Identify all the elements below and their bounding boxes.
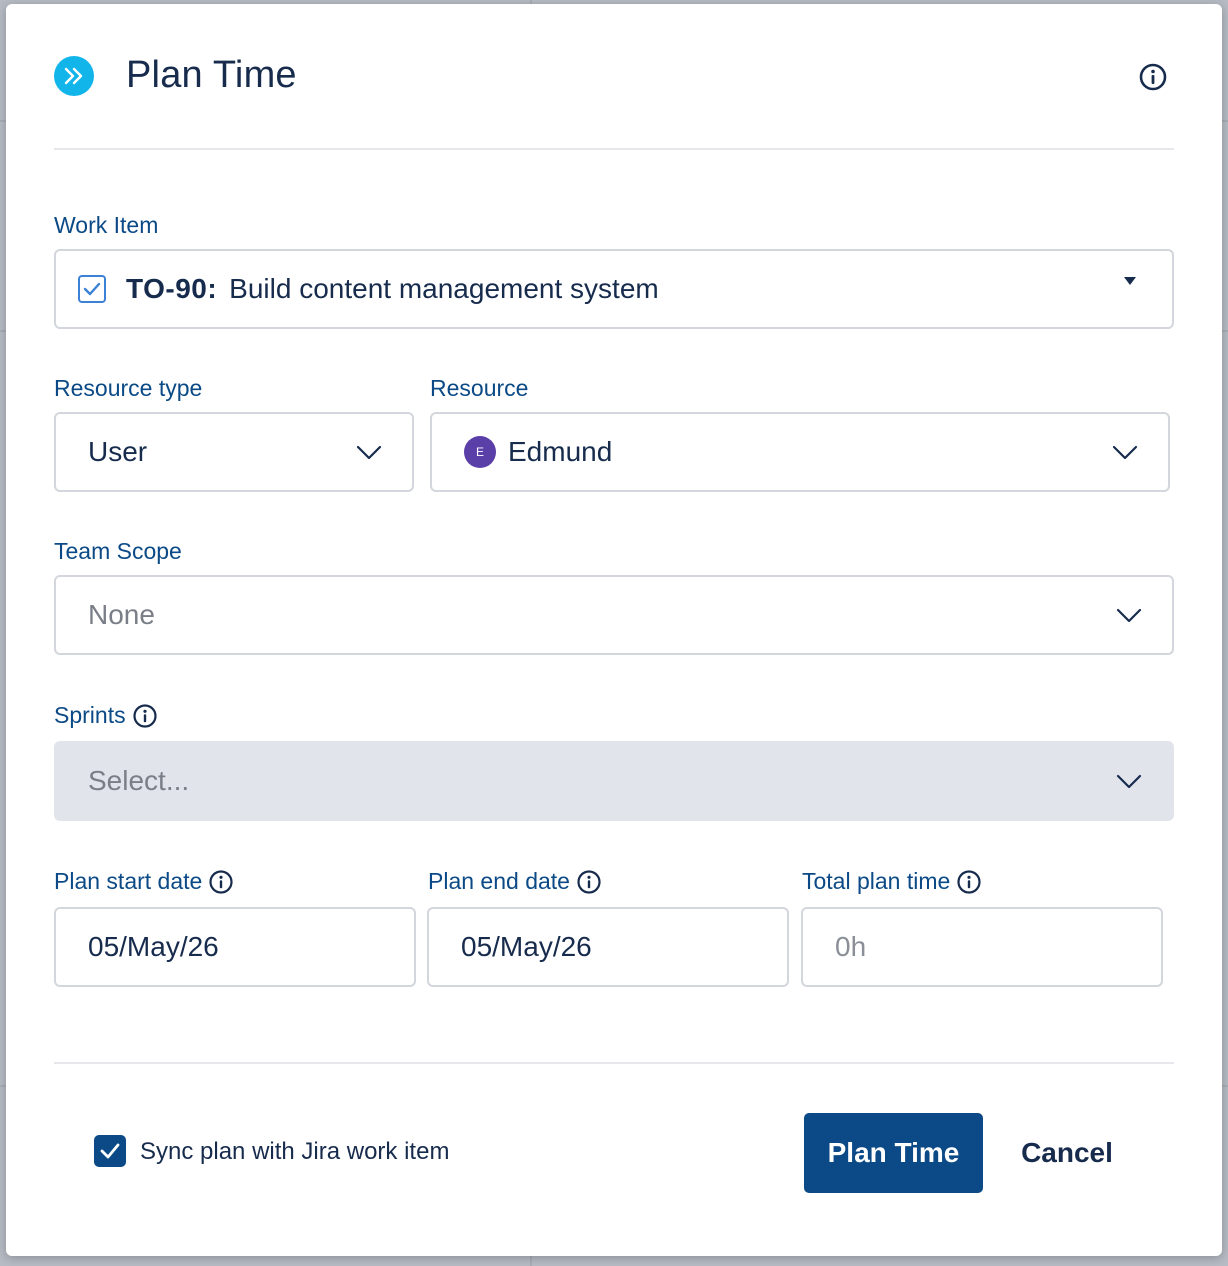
plan-start-date-value: 05/May/26 (88, 931, 219, 962)
sync-checkbox[interactable] (94, 1135, 126, 1167)
info-icon[interactable] (956, 869, 982, 895)
total-plan-time-label-text: Total plan time (802, 868, 951, 894)
chevron-down-icon (1116, 774, 1142, 789)
info-icon[interactable] (208, 869, 234, 895)
sync-checkbox-label[interactable]: Sync plan with Jira work item (140, 1138, 449, 1166)
caret-down-icon (1124, 277, 1136, 285)
sprints-label: Sprints (54, 702, 158, 729)
plan-end-date-label-text: Plan end date (428, 868, 570, 894)
double-chevron-right-icon (54, 56, 94, 96)
plan-time-button[interactable]: Plan Time (804, 1113, 983, 1193)
work-item-key: TO-90: (126, 273, 218, 304)
resource-type-value: User (88, 436, 148, 467)
total-plan-time-label: Total plan time (802, 868, 982, 895)
resource-value: Edmund (508, 436, 613, 467)
work-item-label-text: Work Item (54, 212, 159, 238)
team-scope-select[interactable]: None (54, 575, 1174, 655)
chevron-down-icon (1112, 445, 1138, 460)
plan-end-date-label: Plan end date (428, 868, 602, 895)
dialog-title: Plan Time (126, 54, 297, 96)
total-plan-time-input[interactable]: 0h (801, 907, 1163, 987)
header-divider (54, 148, 1174, 150)
work-item-summary: Build content management system (229, 273, 659, 304)
footer-divider (54, 1062, 1174, 1064)
resource-label-text: Resource (430, 375, 529, 401)
checkmark-icon (100, 1143, 120, 1159)
plan-time-dialog: Plan Time Work Item TO-90: Build content… (6, 4, 1222, 1256)
resource-select[interactable]: E Edmund (430, 412, 1170, 492)
work-item-select[interactable]: TO-90: Build content management system (54, 249, 1174, 329)
sprints-label-text: Sprints (54, 702, 126, 728)
info-icon[interactable] (1138, 62, 1168, 92)
plan-start-date-input[interactable]: 05/May/26 (54, 907, 416, 987)
avatar: E (464, 436, 496, 468)
total-plan-time-placeholder: 0h (835, 931, 867, 962)
plan-end-date-value: 05/May/26 (461, 931, 592, 962)
plan-end-date-input[interactable]: 05/May/26 (427, 907, 789, 987)
plan-start-date-label-text: Plan start date (54, 868, 203, 894)
info-icon[interactable] (132, 703, 158, 729)
resource-type-label-text: Resource type (54, 375, 203, 401)
cancel-button[interactable]: Cancel (1002, 1113, 1132, 1193)
work-item-label: Work Item (54, 212, 158, 239)
sprints-select[interactable]: Select... (54, 741, 1174, 821)
sprints-placeholder: Select... (88, 765, 190, 796)
team-scope-label: Team Scope (54, 538, 182, 565)
info-icon[interactable] (576, 869, 602, 895)
resource-label: Resource (430, 375, 528, 402)
team-scope-label-text: Team Scope (54, 538, 182, 564)
plan-start-date-label: Plan start date (54, 868, 234, 895)
team-scope-value: None (88, 599, 155, 630)
checkbox-task-icon (78, 275, 106, 303)
resource-type-select[interactable]: User (54, 412, 414, 492)
chevron-down-icon (1116, 608, 1142, 623)
chevron-down-icon (356, 445, 382, 460)
resource-type-label: Resource type (54, 375, 202, 402)
